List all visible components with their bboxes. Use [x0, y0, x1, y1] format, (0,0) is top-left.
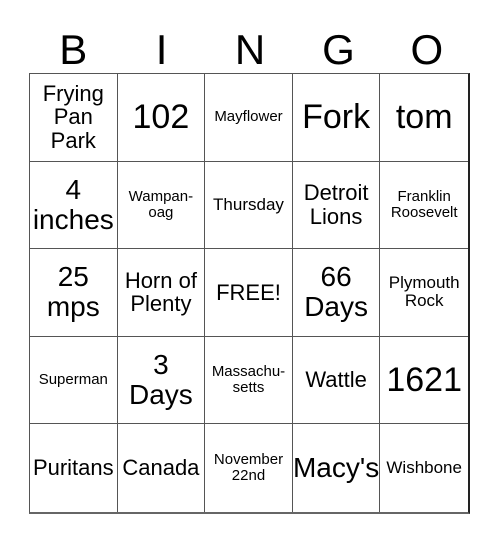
- bingo-cell-label: 25 mps: [46, 261, 100, 323]
- bingo-header: B I N G O: [29, 28, 471, 72]
- bingo-cell-free[interactable]: FREE!: [205, 249, 293, 337]
- bingo-cell-label: Superman: [38, 371, 108, 388]
- bingo-cell-label: 102: [132, 97, 190, 136]
- bingo-cell-label: FREE!: [216, 279, 281, 305]
- bingo-cell-label: Wampan- oag: [128, 187, 194, 221]
- bingo-cell-label: Frying Pan Park: [42, 80, 104, 154]
- bingo-card-grid: Frying Pan Park 102 Mayflower Fork tom 4 inch…: [29, 73, 470, 514]
- bingo-cell[interactable]: Horn of Plenty: [117, 249, 206, 337]
- bingo-cell[interactable]: November 22nd: [205, 424, 293, 512]
- bingo-cell[interactable]: Detroit Lions: [292, 161, 381, 250]
- bingo-cell-label: 3 Days: [128, 348, 193, 411]
- bingo-cell-label: Mayflower: [214, 108, 283, 126]
- bingo-cell[interactable]: Massachu- setts: [205, 336, 293, 425]
- bingo-cell-label: Horn of Plenty: [124, 267, 197, 317]
- bingo-cell[interactable]: Superman: [30, 336, 118, 425]
- bingo-cell-label: Detroit Lions: [303, 180, 369, 229]
- bingo-cell-label: Fork: [302, 97, 371, 136]
- bingo-cell[interactable]: 4 inches: [30, 161, 118, 250]
- bingo-cell-label: Wattle: [305, 367, 367, 393]
- bingo-cell[interactable]: Wampan- oag: [117, 161, 206, 250]
- header-letter-o: O: [410, 26, 444, 73]
- bingo-cell[interactable]: Fork: [292, 74, 381, 162]
- bingo-cell-label: Plymouth Rock: [388, 273, 460, 311]
- bingo-cell-label: 66 Days: [304, 261, 368, 323]
- bingo-cell-label: November 22nd: [213, 451, 284, 485]
- bingo-cell[interactable]: Frying Pan Park: [30, 74, 118, 162]
- bingo-cell[interactable]: Puritans: [30, 424, 118, 512]
- bingo-cell[interactable]: 1621: [380, 337, 468, 425]
- bingo-cell[interactable]: Mayflower: [205, 74, 293, 162]
- header-letter-i: I: [155, 26, 168, 73]
- bingo-cell[interactable]: Wattle: [292, 336, 381, 425]
- header-letter-b: B: [59, 26, 88, 73]
- header-letter-g: G: [322, 26, 355, 73]
- bingo-cell-label: Thursday: [213, 194, 284, 214]
- bingo-cell[interactable]: Franklin Roosevelt: [380, 162, 468, 250]
- bingo-cell[interactable]: Canada: [118, 424, 206, 512]
- bingo-cell[interactable]: 25 mps: [30, 249, 118, 337]
- bingo-cell[interactable]: 3 Days: [117, 336, 206, 425]
- bingo-cell[interactable]: Thursday: [205, 161, 293, 250]
- bingo-cell[interactable]: Macy's: [293, 424, 381, 512]
- bingo-cell-label: Massachu- setts: [211, 362, 286, 397]
- bingo-cell[interactable]: 102: [117, 74, 206, 162]
- bingo-cell[interactable]: Wishbone: [380, 424, 468, 512]
- bingo-cell-label: 1621: [386, 360, 462, 399]
- bingo-cell-label: Wishbone: [386, 458, 462, 477]
- bingo-cell[interactable]: tom: [380, 74, 468, 162]
- bingo-cell-label: Canada: [122, 455, 200, 481]
- bingo-cell-label: Franklin Roosevelt: [390, 187, 458, 221]
- bingo-cell-label: Puritans: [32, 455, 114, 481]
- bingo-cell[interactable]: 66 Days: [292, 249, 381, 337]
- bingo-cell-label: 4 inches: [32, 173, 114, 235]
- bingo-cell-label: tom: [395, 97, 453, 136]
- bingo-cell-label: Macy's: [292, 452, 380, 484]
- bingo-cell[interactable]: Plymouth Rock: [380, 249, 468, 337]
- header-letter-n: N: [234, 26, 266, 73]
